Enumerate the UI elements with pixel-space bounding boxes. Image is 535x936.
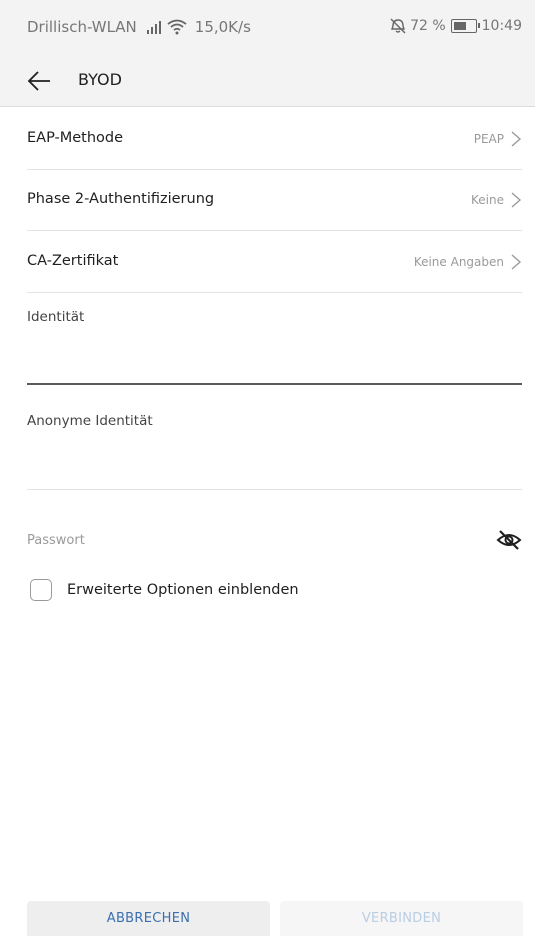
chevron-right-icon bbox=[511, 254, 522, 270]
eap-method-label: EAP-Methode bbox=[27, 130, 124, 146]
battery-icon bbox=[450, 19, 480, 33]
anonymous-identity-label: Anonyme Identität bbox=[27, 413, 153, 429]
ca-certificate-value: Keine Angaben bbox=[413, 255, 504, 269]
status-bar: Drillisch-WLAN 15,0K/s 72 % 10:49 bbox=[0, 0, 535, 56]
wifi-icon bbox=[167, 19, 187, 35]
identity-label: Identität bbox=[27, 309, 85, 325]
connect-button[interactable]: VERBINDEN bbox=[280, 901, 523, 936]
ca-certificate-row[interactable]: CA-Zertifikat Keine Angaben bbox=[27, 231, 522, 293]
chevron-right-icon bbox=[511, 131, 522, 147]
anonymous-identity-field: Anonyme Identität bbox=[27, 413, 522, 490]
signal-icon bbox=[146, 20, 161, 34]
ca-certificate-label: CA-Zertifikat bbox=[27, 253, 119, 269]
network-speed: 15,0K/s bbox=[194, 18, 251, 36]
identity-field: Identität bbox=[27, 309, 522, 385]
anonymous-identity-underline bbox=[27, 489, 522, 490]
advanced-options-checkbox[interactable] bbox=[30, 579, 52, 601]
battery-percent: 72 % bbox=[410, 18, 446, 34]
chevron-right-icon bbox=[511, 192, 522, 208]
phase2-auth-value: Keine bbox=[471, 193, 504, 207]
eap-method-row[interactable]: EAP-Methode PEAP bbox=[27, 108, 522, 170]
app-header: BYOD bbox=[0, 56, 535, 107]
page-title: BYOD bbox=[78, 70, 122, 89]
arrow-left-icon[interactable] bbox=[26, 68, 52, 94]
status-right: 72 % 10:49 bbox=[389, 18, 522, 34]
password-input[interactable]: Passwort bbox=[27, 533, 85, 548]
advanced-options-toggle[interactable]: Erweiterte Optionen einblenden bbox=[30, 579, 299, 601]
eye-off-icon[interactable] bbox=[496, 529, 522, 551]
mute-icon bbox=[390, 18, 406, 34]
phase2-auth-label: Phase 2-Authentifizierung bbox=[27, 191, 215, 207]
eap-method-value: PEAP bbox=[473, 132, 504, 146]
cancel-button[interactable]: ABBRECHEN bbox=[27, 901, 270, 936]
identity-underline bbox=[27, 383, 522, 385]
status-left: Drillisch-WLAN 15,0K/s bbox=[27, 18, 251, 36]
phase2-auth-row[interactable]: Phase 2-Authentifizierung Keine bbox=[27, 169, 522, 231]
anonymous-identity-input[interactable] bbox=[27, 437, 522, 467]
carrier-name: Drillisch-WLAN bbox=[27, 18, 137, 36]
identity-input[interactable] bbox=[27, 333, 522, 363]
clock: 10:49 bbox=[481, 18, 522, 34]
advanced-options-label: Erweiterte Optionen einblenden bbox=[67, 582, 299, 598]
